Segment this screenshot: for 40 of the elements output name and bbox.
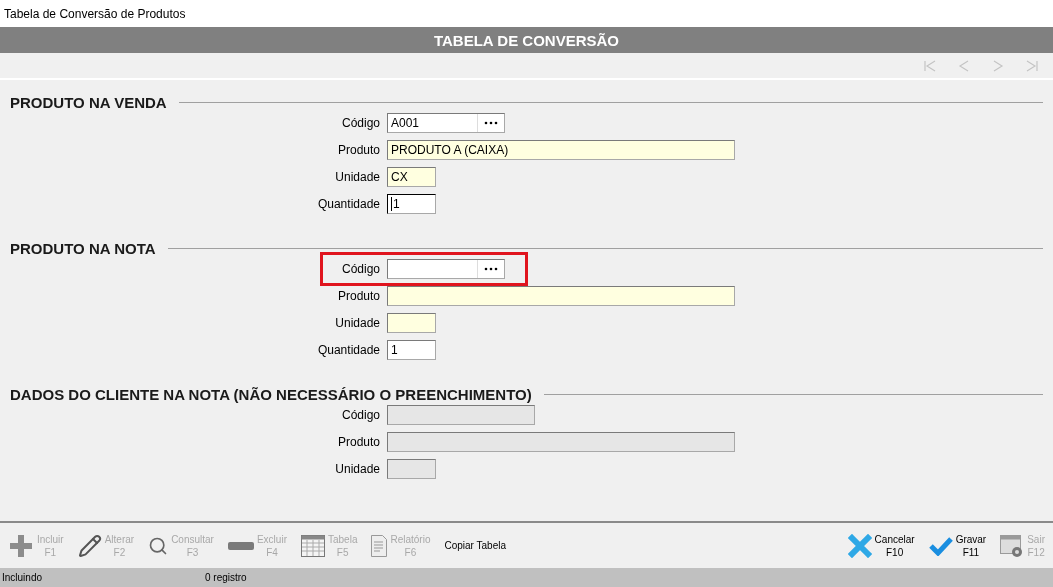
ellipsis-icon (484, 267, 498, 271)
field-label: Produto (336, 143, 380, 157)
field-label: Unidade (334, 462, 380, 476)
page-header: TABELA DE CONVERSÃO (0, 27, 1053, 53)
input-field[interactable]: CX (387, 167, 436, 187)
field-label: Unidade (334, 170, 380, 184)
input-field[interactable]: 1 (387, 194, 436, 214)
document-icon (371, 534, 388, 557)
table-icon (300, 534, 325, 557)
ellipsis-icon (484, 121, 498, 125)
window-title: Tabela de Conversão de Produtos (0, 0, 1053, 27)
section-title: PRODUTO NA NOTA (10, 239, 156, 257)
section-title: PRODUTO NA VENDA (10, 93, 167, 111)
record-count: 0 registro (205, 572, 247, 583)
input-field[interactable] (387, 313, 436, 333)
field-label: Quantidade (316, 343, 380, 357)
plus-icon (8, 532, 34, 559)
field-label: Produto (336, 435, 380, 449)
input-field[interactable]: 1 (387, 340, 436, 360)
field-label: Unidade (334, 316, 380, 330)
window-gear-icon (1000, 533, 1025, 558)
close-icon (847, 533, 872, 558)
save-button[interactable]: Gravar F11 (928, 532, 987, 559)
pencil-icon (77, 533, 102, 558)
field-label: Quantidade (316, 197, 380, 211)
field-label: Código (340, 116, 380, 130)
search-icon (148, 535, 169, 556)
copy-table-button[interactable]: Copiar Tabela (444, 539, 506, 552)
field-label: Código (340, 262, 380, 276)
input-field[interactable] (387, 259, 505, 279)
input-field[interactable]: A001 (387, 113, 505, 133)
field-label: Produto (336, 289, 380, 303)
field-label: Código (340, 408, 380, 422)
status-mode: Incluindo (1, 572, 44, 583)
checkmark-icon (928, 535, 953, 556)
cancel-button[interactable]: Cancelar F10 (847, 532, 915, 559)
minus-icon (227, 540, 254, 551)
input-field[interactable]: PRODUTO A (CAIXA) (387, 140, 735, 160)
input-field[interactable] (387, 286, 735, 306)
section-title: DADOS DO CLIENTE NA NOTA (NÃO NECESSÁRIO O PREENCHIMENTO) (10, 385, 532, 403)
